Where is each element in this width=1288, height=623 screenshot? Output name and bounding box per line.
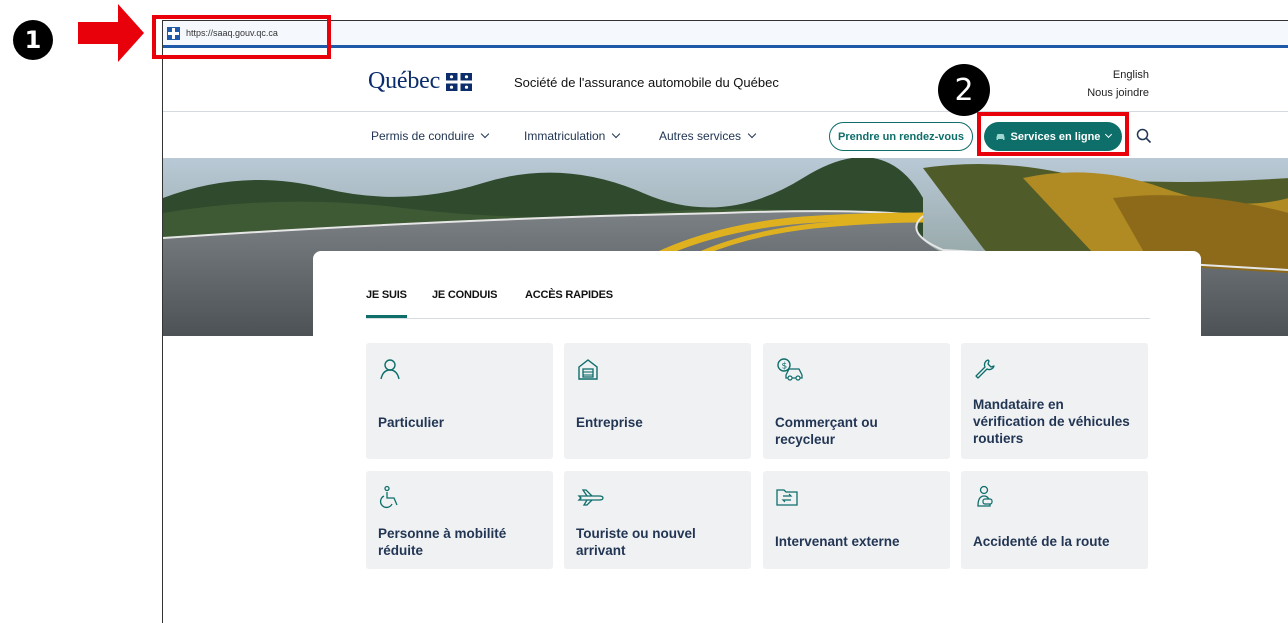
tile-accidente[interactable]: Accidenté de la route [961, 471, 1148, 569]
person-icon [380, 359, 400, 380]
utility-links: English Nous joindre [1083, 66, 1149, 102]
audience-panel: JE SUIS JE CONDUIS ACCÈS RAPIDES Particu… [313, 251, 1201, 623]
site-header: Québec Société de l'assurance automobile… [163, 48, 1288, 112]
tile-particulier[interactable]: Particulier [366, 343, 553, 459]
building-icon [578, 359, 598, 380]
tutorial-screenshot: 1 https://saaq.gouv.qc.ca Québec Société… [0, 0, 1288, 623]
tile-entreprise[interactable]: Entreprise [564, 343, 751, 459]
contact-link[interactable]: Nous joindre [1083, 84, 1149, 102]
tile-mandataire[interactable]: Mandataire en vérification de véhicules … [961, 343, 1148, 459]
nav-item-label: Autres services [659, 129, 742, 143]
address-bar[interactable]: https://saaq.gouv.qc.ca [163, 21, 1288, 45]
services-highlight-box [977, 112, 1129, 156]
airplane-icon [577, 489, 604, 506]
nav-item-immatriculation[interactable]: Immatriculation [524, 129, 621, 143]
chevron-down-icon [747, 129, 757, 139]
appointment-button[interactable]: Prendre un rendez-vous [829, 122, 973, 151]
money-car-icon: $ [777, 358, 803, 381]
browser-window: https://saaq.gouv.qc.ca Québec Société d… [162, 20, 1288, 623]
folder-exchange-icon [776, 489, 798, 506]
quebec-logo[interactable]: Québec [368, 68, 473, 95]
organization-name: Société de l'assurance automobile du Qué… [514, 75, 779, 90]
tab-je-suis[interactable]: JE SUIS [366, 289, 407, 318]
tile-label: Mandataire en vérification de véhicules … [973, 397, 1130, 446]
audience-tabs: JE SUIS JE CONDUIS ACCÈS RAPIDES [366, 289, 1150, 319]
tile-label: Personne à mobilité réduite [378, 526, 507, 558]
nav-item-label: Permis de conduire [371, 129, 475, 143]
red-arrow-icon [78, 4, 144, 62]
url-highlight-box [152, 15, 331, 59]
tab-acces-rapides[interactable]: ACCÈS RAPIDES [525, 289, 613, 301]
nav-item-permis[interactable]: Permis de conduire [371, 129, 490, 143]
step-1-badge: 1 [13, 20, 53, 60]
tab-je-conduis[interactable]: JE CONDUIS [432, 289, 497, 301]
tile-label: Touriste ou nouvel arrivant [576, 526, 696, 558]
tile-label: Accidenté de la route [973, 534, 1110, 549]
tile-touriste[interactable]: Touriste ou nouvel arrivant [564, 471, 751, 569]
wheelchair-icon [380, 485, 398, 508]
nav-item-autres-services[interactable]: Autres services [659, 129, 757, 143]
logo-text: Québec [368, 68, 441, 94]
nav-item-label: Immatriculation [524, 129, 606, 143]
tile-label: Particulier [378, 415, 445, 430]
tile-label: Intervenant externe [775, 534, 900, 549]
tile-commercant[interactable]: $ Commerçant ou recycleur [763, 343, 950, 459]
chevron-down-icon [481, 129, 490, 139]
chevron-down-icon [612, 129, 621, 139]
step-2-badge: 2 [938, 64, 990, 116]
tile-label: Commerçant ou recycleur [775, 415, 878, 447]
svg-text:$: $ [782, 362, 788, 372]
wrench-icon [975, 359, 995, 379]
fleurdelise-flag-icon [446, 72, 473, 91]
injured-person-icon [977, 485, 993, 507]
english-link[interactable]: English [1083, 66, 1149, 84]
tile-label: Entreprise [576, 415, 643, 430]
tile-intervenant[interactable]: Intervenant externe [763, 471, 950, 569]
tile-mobilite-reduite[interactable]: Personne à mobilité réduite [366, 471, 553, 569]
search-icon[interactable] [1136, 128, 1152, 144]
